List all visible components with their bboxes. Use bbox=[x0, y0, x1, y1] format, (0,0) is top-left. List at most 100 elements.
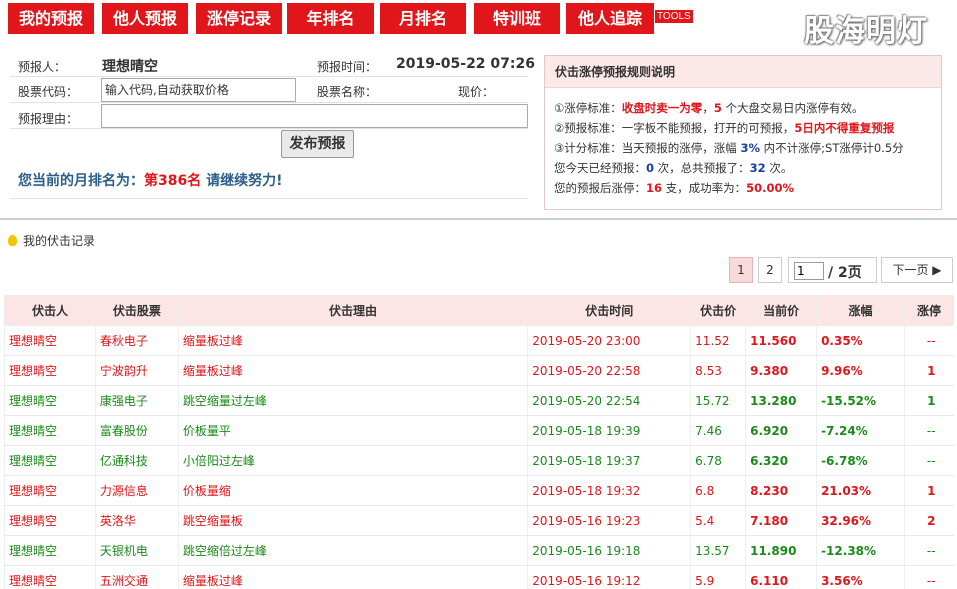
cell-user[interactable]: 理想晴空 bbox=[4, 505, 96, 536]
cell-time: 2019-05-16 19:18 bbox=[527, 535, 691, 566]
next-page-button[interactable]: 下一页 ▶ bbox=[881, 257, 953, 283]
publish-forecast-button[interactable]: 发布预报 bbox=[281, 130, 354, 158]
tab-my-forecast[interactable]: 我的预报 bbox=[8, 3, 94, 34]
cell-limit-up: -- bbox=[904, 535, 954, 566]
cell-time: 2019-05-20 23:00 bbox=[527, 325, 691, 356]
table-row: 理想晴空 宁波韵升 缩量板过峰 2019-05-20 22:58 8.53 9.380 9.… bbox=[4, 355, 954, 386]
page-1-button[interactable]: 1 bbox=[729, 257, 753, 283]
tab-limit-up-records[interactable]: 涨停记录 bbox=[196, 3, 282, 34]
tab-monthly-ranking[interactable]: 月排名 bbox=[380, 3, 466, 34]
stat-value: 16 bbox=[646, 181, 663, 195]
cell-reason: 缩量板过峰 bbox=[177, 565, 528, 589]
records-section-title: 我的伏击记录 bbox=[8, 232, 95, 249]
col-header-time: 伏击时间 bbox=[527, 295, 692, 326]
cell-change: 9.96% bbox=[816, 355, 905, 386]
cell-change: 3.56% bbox=[816, 565, 905, 589]
cell-user[interactable]: 理想晴空 bbox=[4, 415, 96, 446]
col-header-current-price: 当前价 bbox=[745, 295, 818, 326]
cell-limit-up: -- bbox=[904, 565, 954, 589]
cell-change: 32.96% bbox=[816, 505, 905, 536]
col-header-price: 伏击价 bbox=[690, 295, 747, 326]
cell-stock[interactable]: 亿通科技 bbox=[94, 445, 179, 476]
divider bbox=[10, 76, 528, 77]
cell-stock[interactable]: 富春股份 bbox=[94, 415, 179, 446]
cell-time: 2019-05-18 19:37 bbox=[527, 445, 691, 476]
stat-text: 次。 bbox=[765, 161, 793, 175]
predictor-value: 理想晴空 bbox=[102, 59, 158, 75]
forecast-time-label: 预报时间： bbox=[317, 60, 378, 74]
tab-yearly-ranking[interactable]: 年排名 bbox=[287, 3, 374, 34]
tab-others-forecast[interactable]: 他人预报 bbox=[102, 3, 188, 34]
tools-link[interactable]: TOOLS bbox=[655, 10, 693, 23]
cell-user[interactable]: 理想晴空 bbox=[4, 475, 96, 506]
cell-time: 2019-05-18 19:32 bbox=[527, 475, 691, 506]
records-table: 伏击人 伏击股票 伏击理由 伏击时间 伏击价 当前价 涨幅 涨停 理想晴空 春秋电… bbox=[4, 295, 954, 589]
cell-limit-up: -- bbox=[904, 415, 954, 446]
cell-user[interactable]: 理想晴空 bbox=[4, 385, 96, 416]
cell-price: 5.9 bbox=[690, 565, 746, 589]
cell-stock[interactable]: 宁波韵升 bbox=[94, 355, 179, 386]
cell-user[interactable]: 理想晴空 bbox=[4, 355, 96, 386]
cell-price: 8.53 bbox=[690, 355, 746, 386]
rule-text: 内不计涨停;ST涨停计0.5分 bbox=[760, 141, 904, 155]
rule-text: ③计分标准：当天预报的涨停，涨幅 bbox=[554, 141, 741, 155]
cell-reason: 跳空缩倍过左峰 bbox=[177, 535, 528, 566]
cell-limit-up: 1 bbox=[904, 475, 954, 506]
rule-text: ， bbox=[702, 101, 714, 115]
tab-training-class[interactable]: 特训班 bbox=[474, 3, 560, 34]
cell-current-price: 11.890 bbox=[745, 535, 817, 566]
page-number-input[interactable] bbox=[794, 262, 824, 280]
divider bbox=[10, 102, 528, 103]
cell-user[interactable]: 理想晴空 bbox=[4, 565, 96, 589]
cell-current-price: 7.180 bbox=[745, 505, 817, 536]
cell-user[interactable]: 理想晴空 bbox=[4, 535, 96, 566]
rank-prefix: 您当前的月排名为： bbox=[18, 173, 144, 189]
tab-others-tracking[interactable]: 他人追踪 bbox=[566, 3, 654, 34]
rule-highlight: 3% bbox=[740, 141, 760, 155]
cell-stock[interactable]: 天银机电 bbox=[94, 535, 179, 566]
cell-change: -15.52% bbox=[816, 385, 905, 416]
cell-user[interactable]: 理想晴空 bbox=[4, 325, 96, 356]
cell-stock[interactable]: 春秋电子 bbox=[94, 325, 179, 356]
cell-current-price: 8.230 bbox=[745, 475, 817, 506]
rules-panel: 伏击涨停预报规则说明 ①涨停标准：收盘时卖一为零，5 个大盘交易日内涨停有效。 … bbox=[544, 55, 942, 210]
cell-limit-up: 1 bbox=[904, 385, 954, 416]
cell-change: -6.78% bbox=[816, 445, 905, 476]
rule-highlight: 收盘时卖一为零 bbox=[621, 101, 703, 115]
cell-current-price: 9.380 bbox=[745, 355, 817, 386]
cell-current-price: 11.560 bbox=[745, 325, 817, 356]
cell-reason: 小倍阳过左峰 bbox=[177, 445, 528, 476]
rule-highlight: 5 bbox=[713, 101, 722, 115]
rank-value: 第386名 bbox=[144, 173, 202, 189]
cell-change: -7.24% bbox=[816, 415, 905, 446]
stock-code-input[interactable] bbox=[101, 78, 296, 102]
cell-current-price: 6.110 bbox=[745, 565, 817, 589]
rule-text: ①涨停标准： bbox=[554, 101, 622, 115]
stat-value: 0 bbox=[646, 161, 655, 175]
table-row: 理想晴空 天银机电 跳空缩倍过左峰 2019-05-16 19:18 13.57 11.8… bbox=[4, 535, 954, 566]
cell-price: 6.78 bbox=[690, 445, 746, 476]
cell-reason: 跳空缩量板 bbox=[177, 505, 528, 536]
col-header-user: 伏击人 bbox=[4, 295, 96, 326]
cell-change: 21.03% bbox=[816, 475, 905, 506]
cell-stock[interactable]: 五洲交通 bbox=[94, 565, 179, 589]
page-2-button[interactable]: 2 bbox=[758, 257, 782, 283]
cell-price: 5.4 bbox=[690, 505, 746, 536]
divider bbox=[10, 198, 528, 199]
table-row: 理想晴空 富春股份 价板量平 2019-05-18 19:39 7.46 6.920 -7.… bbox=[4, 415, 954, 446]
stat-text: 您的预报后涨停： bbox=[554, 181, 646, 195]
cell-reason: 缩量板过峰 bbox=[177, 325, 528, 356]
cell-stock[interactable]: 英洛华 bbox=[94, 505, 179, 536]
cell-user[interactable]: 理想晴空 bbox=[4, 445, 96, 476]
rule-forecast-standard: ②预报标准：一字板不能预报，打开的可预报，5日内不得重复预报 bbox=[554, 120, 894, 136]
col-header-stock: 伏击股票 bbox=[94, 295, 179, 326]
stock-name-label: 股票名称： bbox=[317, 85, 378, 99]
stat-value: 50.00% bbox=[746, 181, 795, 195]
reason-input[interactable] bbox=[101, 104, 528, 128]
cell-reason: 价板量平 bbox=[177, 415, 528, 446]
col-header-change: 涨幅 bbox=[816, 295, 906, 326]
cell-stock[interactable]: 康强电子 bbox=[94, 385, 179, 416]
cell-price: 11.52 bbox=[690, 325, 746, 356]
cell-stock[interactable]: 力源信息 bbox=[94, 475, 179, 506]
stat-text: 次，总共预报了： bbox=[654, 161, 750, 175]
